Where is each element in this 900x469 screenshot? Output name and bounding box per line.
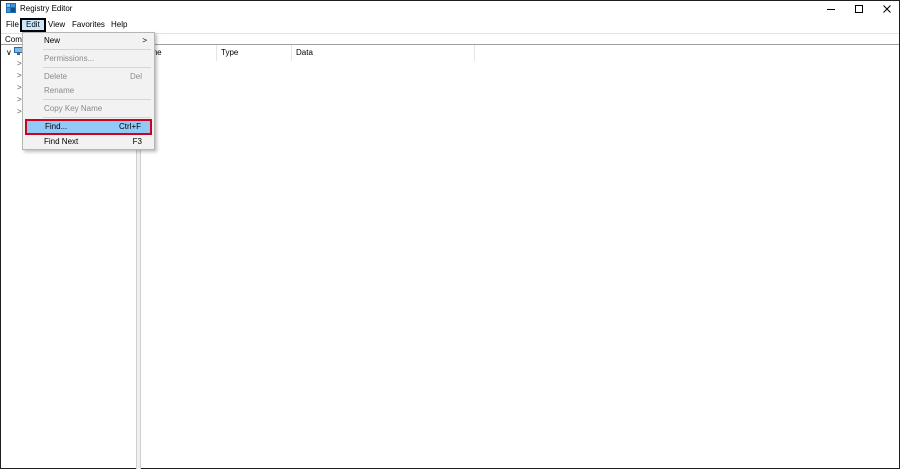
menu-item-label: Find...: [45, 122, 68, 131]
tree-expand-chevron-icon[interactable]: >: [17, 107, 22, 116]
menu-item-shortcut: Del: [129, 72, 142, 81]
edit-menu-dropdown: New > Permissions... Delete Del Rename C…: [22, 32, 155, 150]
menu-item-label: Copy Key Name: [44, 104, 103, 113]
menu-view[interactable]: View: [45, 18, 68, 32]
tree-expand-chevron-icon[interactable]: >: [17, 95, 22, 104]
window-title: Registry Editor: [20, 4, 73, 13]
menu-separator: [43, 49, 151, 50]
menu-item-shortcut: Ctrl+F: [119, 122, 141, 131]
tree-expand-chevron-icon[interactable]: >: [17, 71, 22, 80]
menu-item-label: New: [44, 36, 61, 45]
menu-item-label: Rename: [44, 86, 75, 95]
menu-help[interactable]: Help: [108, 18, 130, 32]
submenu-arrow-icon: >: [142, 36, 147, 45]
menu-item-label: Delete: [44, 72, 68, 81]
minimize-icon[interactable]: [816, 1, 846, 16]
menu-favorites[interactable]: Favorites: [69, 18, 108, 32]
column-header-type[interactable]: Type: [217, 45, 292, 61]
menu-item-new[interactable]: New >: [24, 34, 153, 47]
tree-expand-chevron-icon[interactable]: >: [17, 83, 22, 92]
maximize-icon[interactable]: [844, 1, 874, 16]
expand-chevron-icon[interactable]: ∨: [6, 48, 12, 57]
menu-item-label: Find Next: [44, 137, 79, 146]
tree-expand-chevron-icon[interactable]: >: [17, 59, 22, 68]
values-list-pane[interactable]: ame Type Data: [142, 45, 899, 469]
menu-separator: [43, 117, 151, 118]
menu-item-label: Permissions...: [44, 54, 95, 63]
menu-separator: [43, 99, 151, 100]
menu-edit[interactable]: Edit: [20, 18, 46, 32]
tree-item-computer[interactable]: ∨: [6, 47, 23, 57]
menu-item-permissions[interactable]: Permissions...: [24, 52, 153, 65]
menu-item-find[interactable]: Find... Ctrl+F: [25, 119, 152, 135]
menu-item-find-next[interactable]: Find Next F3: [24, 135, 153, 148]
menu-bar: File Edit View Favorites Help: [1, 17, 899, 32]
registry-editor-window: Registry Editor File Edit View Favorites…: [0, 0, 900, 469]
menu-item-shortcut: F3: [132, 137, 142, 146]
close-icon[interactable]: [872, 1, 900, 16]
menu-separator: [43, 67, 151, 68]
menu-item-copy-key-name[interactable]: Copy Key Name: [24, 102, 153, 115]
registry-icon: [6, 3, 16, 13]
menu-item-delete[interactable]: Delete Del: [24, 70, 153, 83]
menu-item-rename[interactable]: Rename: [24, 84, 153, 97]
column-header-data[interactable]: Data: [292, 45, 475, 61]
title-bar[interactable]: Registry Editor: [1, 1, 899, 16]
